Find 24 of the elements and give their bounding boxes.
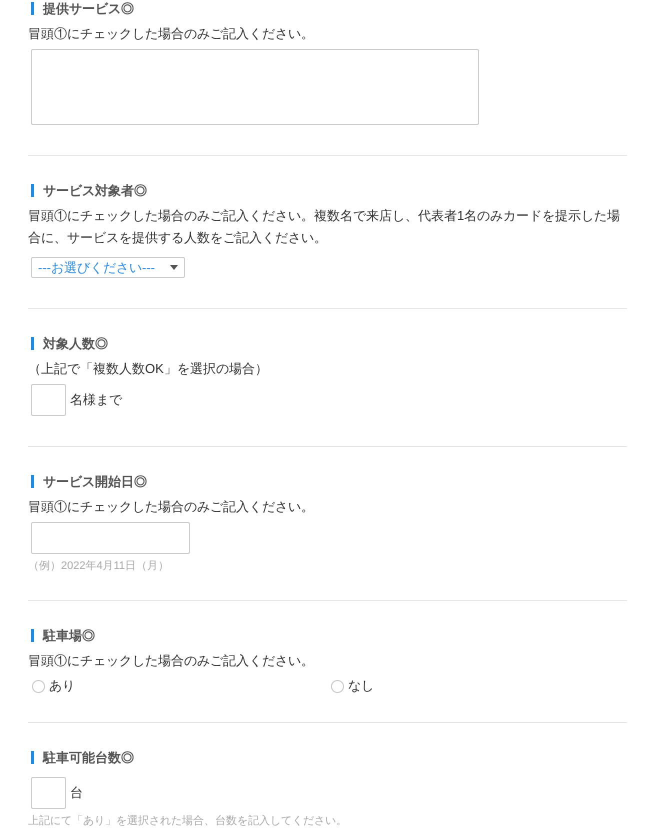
text-area-field[interactable] [31, 49, 479, 125]
number-input-field[interactable] [31, 384, 66, 416]
unit-label: 台 [70, 784, 83, 802]
section-heading: サービス開始日◎ [31, 475, 147, 488]
section-heading: 対象人数◎ [31, 337, 108, 350]
number-input-field[interactable] [31, 777, 66, 809]
radio-icon[interactable] [32, 680, 45, 692]
hint-text: 上記にて「あり」を選択された場合、台数を記入してください。 [28, 814, 348, 829]
section-note: 冒頭①にチェックした場合のみご記入ください。 [28, 652, 315, 670]
hint-text: （例）2022年4月11日（月） [28, 559, 170, 574]
section-heading: 提供サービス◎ [31, 2, 134, 15]
date-input-field[interactable] [31, 522, 190, 554]
radio-icon[interactable] [331, 680, 344, 692]
section-note: 冒頭①にチェックした場合のみご記入ください。 [28, 498, 315, 516]
section-note: 冒頭①にチェックした場合のみご記入ください。 [28, 25, 315, 43]
section-note: （上記で「複数人数OK」を選択の場合） [28, 360, 269, 378]
section-heading: 駐車可能台数◎ [31, 751, 134, 764]
radio-option[interactable]: あり [32, 676, 75, 696]
section-note: 冒頭①にチェックした場合のみご記入ください。複数名で来店し、代表者1名のみカードを提示した場合に、サービスを提供する人数をご記入ください。 [28, 207, 622, 247]
caret-icon [170, 265, 178, 270]
section-heading: 駐車場◎ [31, 629, 95, 642]
radio-option[interactable]: なし [331, 676, 374, 696]
section-heading: サービス対象者◎ [31, 184, 147, 197]
unit-label: 名様まで [70, 391, 122, 409]
